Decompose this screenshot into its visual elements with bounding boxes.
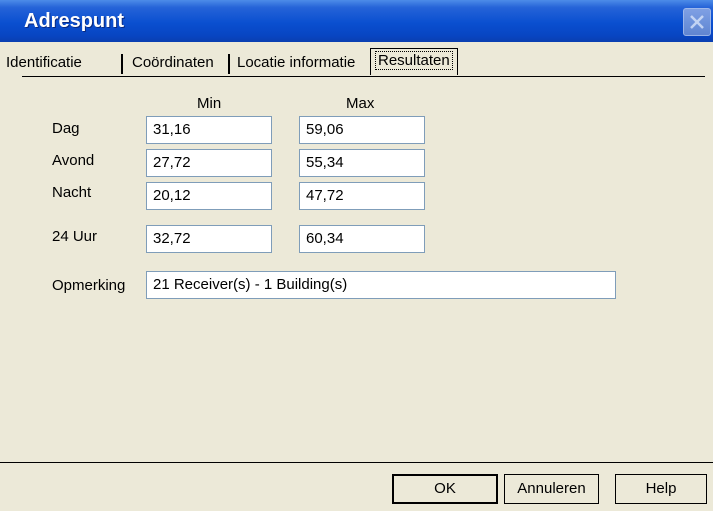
tab-identificatie[interactable]: Identificatie xyxy=(0,51,88,75)
dag-min-field[interactable]: 31,16 xyxy=(146,116,272,144)
tab-resultaten-label: Resultaten xyxy=(375,51,453,70)
ok-button[interactable]: OK xyxy=(392,474,498,504)
nacht-min-field[interactable]: 20,12 xyxy=(146,182,272,210)
remark-field[interactable]: 21 Receiver(s) - 1 Building(s) xyxy=(146,271,616,299)
24-uur-min-field[interactable]: 32,72 xyxy=(146,225,272,253)
row-label-avond: Avond xyxy=(52,152,95,169)
column-header-max: Max xyxy=(346,95,375,112)
tab-coordinaten[interactable]: Coördinaten xyxy=(126,51,220,75)
tab-separator xyxy=(121,54,123,74)
row-label-dag: Dag xyxy=(52,120,80,137)
close-icon xyxy=(690,15,704,29)
24-uur-max-field[interactable]: 60,34 xyxy=(299,225,425,253)
remark-label: Opmerking xyxy=(52,277,126,294)
nacht-max-field[interactable]: 47,72 xyxy=(299,182,425,210)
avond-max-field[interactable]: 55,34 xyxy=(299,149,425,177)
dag-max-field[interactable]: 59,06 xyxy=(299,116,425,144)
tab-bar: Identificatie Coördinaten Locatie inform… xyxy=(0,46,713,76)
tab-locatie-informatie[interactable]: Locatie informatie xyxy=(231,51,361,75)
dialog-window: Adrespunt Identificatie Coördinaten Loca… xyxy=(0,0,713,511)
row-label-nacht: Nacht xyxy=(52,184,92,201)
cancel-button[interactable]: Annuleren xyxy=(504,474,599,504)
row-label-24-uur: 24 Uur xyxy=(52,228,98,245)
avond-min-field[interactable]: 27,72 xyxy=(146,149,272,177)
tab-separator xyxy=(228,54,230,74)
button-bar: OK Annuleren Help xyxy=(0,462,713,511)
close-button[interactable] xyxy=(683,8,711,36)
title-bar[interactable]: Adrespunt xyxy=(0,0,713,42)
help-button[interactable]: Help xyxy=(615,474,707,504)
tab-resultaten[interactable]: Resultaten xyxy=(370,48,458,75)
window-title: Adrespunt xyxy=(24,10,124,32)
column-header-min: Min xyxy=(197,95,222,112)
